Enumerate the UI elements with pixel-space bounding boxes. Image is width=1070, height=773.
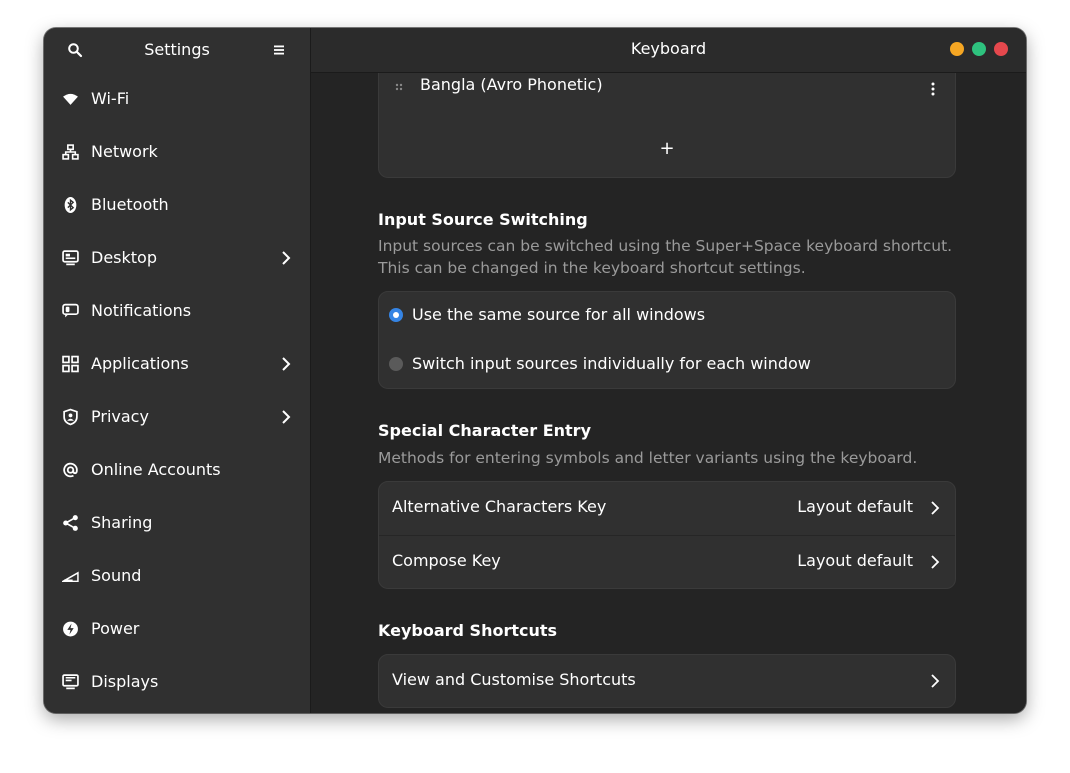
radio-button-unselected[interactable] (389, 357, 403, 371)
applications-grid-icon (62, 355, 79, 372)
bluetooth-icon (62, 196, 79, 213)
radio-row-same-source[interactable]: Use the same source for all windows (379, 292, 955, 340)
sidebar-item-label: Sound (91, 566, 142, 585)
chevron-right-icon (282, 409, 291, 424)
plus-icon: + (659, 138, 675, 159)
chevron-right-icon (931, 501, 940, 515)
input-source-switching-options: Use the same source for all windows Swit… (378, 291, 956, 389)
sidebar-nav: Wi-Fi Network Bluetooth Desktop Notifica… (44, 72, 310, 708)
desktop-icon (62, 249, 79, 266)
sidebar-item-bluetooth[interactable]: Bluetooth (44, 178, 310, 231)
notifications-icon (62, 302, 79, 319)
maximize-button[interactable] (972, 42, 986, 56)
add-input-source-button[interactable]: + (379, 119, 955, 178)
chevron-right-icon (282, 356, 291, 371)
minimize-button[interactable] (950, 42, 964, 56)
radio-button-selected[interactable] (389, 308, 403, 322)
at-sign-icon (62, 461, 79, 478)
keyboard-shortcuts-title: Keyboard Shortcuts (378, 621, 558, 640)
sidebar-header: Settings (44, 28, 310, 72)
chevron-right-icon (931, 674, 940, 688)
main-menu-button[interactable] (264, 35, 294, 65)
sidebar-item-desktop[interactable]: Desktop (44, 231, 310, 284)
drag-handle-icon[interactable] (395, 83, 403, 93)
sidebar-item-label: Wi-Fi (91, 89, 130, 108)
input-source-switching-title: Input Source Switching (378, 210, 588, 229)
sidebar-item-displays[interactable]: Displays (44, 655, 310, 708)
special-character-entry-description: Methods for entering symbols and letter … (378, 449, 918, 467)
row-value: Layout default (797, 497, 913, 516)
sidebar-item-online-accounts[interactable]: Online Accounts (44, 443, 310, 496)
sidebar-item-wifi[interactable]: Wi-Fi (44, 72, 310, 125)
sidebar-item-label: Power (91, 619, 140, 638)
sidebar-item-privacy[interactable]: Privacy (44, 390, 310, 443)
row-label: Compose Key (392, 551, 501, 570)
row-value: Layout default (797, 551, 913, 570)
sound-volume-icon (62, 567, 79, 584)
sidebar-item-label: Online Accounts (91, 460, 221, 479)
sidebar-item-label: Network (91, 142, 158, 161)
view-shortcuts-row[interactable]: View and Customise Shortcuts (378, 654, 956, 708)
radio-label: Use the same source for all windows (412, 305, 706, 324)
wifi-icon (62, 90, 79, 107)
radio-row-per-window[interactable]: Switch input sources individually for ea… (379, 340, 955, 389)
sidebar-item-label: Displays (91, 672, 159, 691)
sidebar-item-power[interactable]: Power (44, 602, 310, 655)
more-options-icon[interactable] (931, 82, 935, 96)
chevron-right-icon (931, 555, 940, 569)
compose-key-row[interactable]: Compose Key Layout default (379, 536, 955, 589)
hamburger-menu-icon (274, 45, 284, 55)
sidebar-item-sound[interactable]: Sound (44, 549, 310, 602)
sidebar: Settings Wi-Fi Network Bluetooth Desktop… (44, 28, 311, 713)
row-label: Alternative Characters Key (392, 497, 607, 516)
input-source-switching-description: Input sources can be switched using the … (378, 237, 953, 277)
settings-window: Settings Wi-Fi Network Bluetooth Desktop… (44, 28, 1026, 713)
network-icon (62, 143, 79, 160)
close-button[interactable] (994, 42, 1008, 56)
sidebar-item-label: Desktop (91, 248, 157, 267)
sidebar-item-network[interactable]: Network (44, 125, 310, 178)
sidebar-item-label: Sharing (91, 513, 153, 532)
power-bolt-icon (62, 620, 79, 637)
sidebar-item-label: Notifications (91, 301, 192, 320)
sidebar-item-label: Privacy (91, 407, 149, 426)
radio-label: Switch input sources individually for ea… (412, 354, 811, 373)
page-title: Keyboard (630, 39, 707, 58)
settings-content: Bangla (Avro Phonetic) + Input Source Sw… (311, 73, 1026, 713)
row-label: View and Customise Shortcuts (392, 670, 636, 689)
alternative-characters-key-row[interactable]: Alternative Characters Key Layout defaul… (379, 482, 955, 536)
sidebar-item-label: Bluetooth (91, 195, 169, 214)
input-source-label: Bangla (Avro Phonetic) (420, 75, 603, 94)
input-source-row[interactable]: Bangla (Avro Phonetic) (379, 73, 955, 118)
sidebar-item-label: Applications (91, 354, 189, 373)
input-sources-list: Bangla (Avro Phonetic) + (378, 73, 956, 178)
share-icon (62, 514, 79, 531)
privacy-shield-icon (62, 408, 79, 425)
sidebar-item-applications[interactable]: Applications (44, 337, 310, 390)
special-character-entry-title: Special Character Entry (378, 421, 591, 440)
main-panel: Keyboard Bangla (Avro Phonetic) + Input … (311, 28, 1026, 713)
sidebar-item-notifications[interactable]: Notifications (44, 284, 310, 337)
chevron-right-icon (282, 250, 291, 265)
special-character-entry-list: Alternative Characters Key Layout defaul… (378, 481, 956, 589)
sidebar-item-sharing[interactable]: Sharing (44, 496, 310, 549)
main-header: Keyboard (311, 28, 1026, 73)
display-monitor-icon (62, 673, 79, 690)
